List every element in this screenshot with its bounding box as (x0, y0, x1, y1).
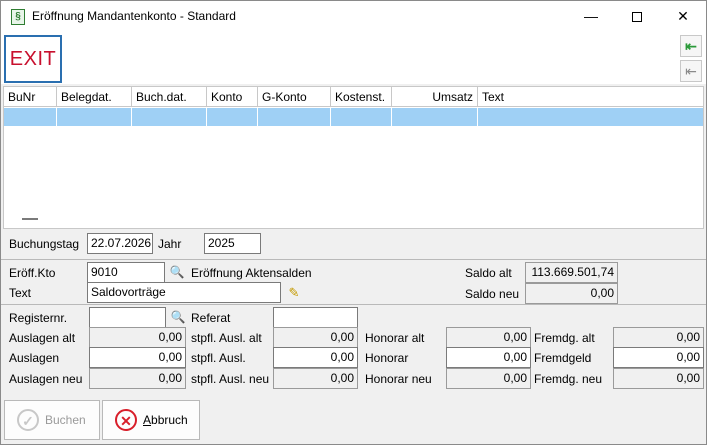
table-cell (57, 108, 132, 126)
fremdg-alt-value: 0,00 (613, 327, 704, 348)
dialog-window: § Eröffnung Mandantenkonto - Standard — … (0, 0, 707, 445)
col-header-text[interactable]: Text (478, 87, 703, 107)
jahr-field[interactable]: 2025 (204, 233, 261, 254)
close-button[interactable]: ✕ (660, 1, 706, 32)
honorar-alt-label: Honorar alt (365, 331, 425, 345)
col-header-kostenst[interactable]: Kostenst. (331, 87, 392, 107)
window-title: Eröffnung Mandantenkonto - Standard (32, 9, 236, 23)
auslagen-field[interactable]: 0,00 (89, 347, 186, 368)
honorar-field[interactable]: 0,00 (446, 347, 531, 368)
maximize-icon (632, 12, 642, 23)
arrow-left-bar-icon: ⇤ (685, 63, 697, 79)
table-cell (331, 108, 392, 126)
table-cell (392, 108, 478, 126)
col-header-buchdat[interactable]: Buch.dat. (132, 87, 207, 107)
fremdgeld-label: Fremdgeld (534, 351, 592, 365)
eroeff-kto-label: Eröff.Kto (9, 266, 56, 280)
stpfl-ausl-neu-value: 0,00 (273, 368, 358, 389)
search-icon: 🔍 (170, 310, 186, 324)
honorar-neu-label: Honorar neu (365, 372, 432, 386)
buchen-label: Buchen (45, 413, 86, 427)
splitter-grip[interactable] (22, 218, 38, 220)
divider (1, 304, 706, 305)
search-icon: 🔍 (169, 265, 185, 279)
referat-field[interactable] (273, 307, 358, 328)
saldo-alt-value: 113.669.501,74 (525, 262, 618, 283)
text-label: Text (9, 286, 32, 300)
app-icon: § (11, 9, 25, 25)
table-cell (132, 108, 207, 126)
text-field[interactable]: Saldovorträge (87, 282, 281, 303)
col-header-umsatz[interactable]: Umsatz (392, 87, 478, 107)
text-lookup-icon: ✎ (288, 285, 300, 300)
eroeff-kto-description: Eröffnung Aktensalden (191, 266, 312, 280)
honorar-alt-value: 0,00 (446, 327, 531, 348)
registernr-label: Registernr. (9, 311, 68, 325)
honorar-label: Honorar (365, 351, 409, 365)
col-header-konto[interactable]: Konto (207, 87, 258, 107)
table-cell (4, 108, 57, 126)
fremdg-neu-label: Fremdg. neu (534, 372, 603, 386)
jahr-label: Jahr (158, 237, 182, 251)
grid-header: BuNr Belegdat. Buch.dat. Konto G-Konto K… (4, 87, 703, 107)
abbruch-button[interactable]: ✕ Abbruch (102, 400, 200, 440)
auslagen-label: Auslagen (9, 351, 60, 365)
auslagen-alt-label: Auslagen alt (9, 331, 76, 345)
title-bar: § Eröffnung Mandantenkonto - Standard — … (1, 1, 706, 32)
col-header-gkonto[interactable]: G-Konto (258, 87, 331, 107)
arrow-left-to-bar-icon: ⇤ (685, 38, 697, 54)
kto-search-button[interactable]: 🔍 (168, 263, 186, 281)
col-header-belegdat[interactable]: Belegdat. (57, 87, 132, 107)
stpfl-ausl-field[interactable]: 0,00 (273, 347, 358, 368)
fremdgeld-field[interactable]: 0,00 (613, 347, 704, 368)
col-header-bunr[interactable]: BuNr (4, 87, 57, 107)
auslagen-neu-value: 0,00 (89, 368, 186, 389)
abbruch-label: bbruch (151, 413, 188, 427)
checkmark-icon: ✓ (17, 409, 39, 431)
buchungstag-field[interactable]: 22.07.2026 (87, 233, 153, 254)
stpfl-ausl-label: stpfl. Ausl. (191, 351, 246, 365)
nav-prev-button[interactable]: ⇤ (680, 60, 702, 82)
registernr-field[interactable] (89, 307, 166, 328)
stpfl-ausl-neu-label: stpfl. Ausl. neu (191, 372, 270, 386)
cancel-icon: ✕ (115, 409, 137, 431)
stpfl-ausl-alt-value: 0,00 (273, 327, 358, 348)
registernr-search-button[interactable]: 🔍 (169, 308, 187, 326)
saldo-neu-value: 0,00 (525, 283, 618, 304)
booking-grid[interactable]: BuNr Belegdat. Buch.dat. Konto G-Konto K… (3, 86, 704, 229)
table-cell (258, 108, 331, 126)
eroeff-kto-field[interactable]: 9010 (87, 262, 165, 283)
minimize-button[interactable]: — (568, 1, 614, 32)
auslagen-neu-label: Auslagen neu (9, 372, 83, 386)
table-row[interactable] (4, 108, 703, 126)
divider (1, 259, 706, 260)
saldo-alt-label: Saldo alt (465, 266, 512, 280)
table-cell (207, 108, 258, 126)
auslagen-alt-value: 0,00 (89, 327, 186, 348)
text-lookup-button[interactable]: ✎ (284, 283, 304, 303)
buchungstag-label: Buchungstag (9, 237, 80, 251)
maximize-button[interactable] (614, 1, 660, 32)
referat-label: Referat (191, 311, 231, 325)
honorar-neu-value: 0,00 (446, 368, 531, 389)
toolbar: EXIT ⇤ ⇤ (1, 32, 706, 84)
nav-first-button[interactable]: ⇤ (680, 35, 702, 57)
stpfl-ausl-alt-label: stpfl. Ausl. alt (191, 331, 262, 345)
abbruch-mnemonic: A (143, 413, 152, 427)
saldo-neu-label: Saldo neu (465, 287, 520, 301)
buchen-button[interactable]: ✓ Buchen (4, 400, 100, 440)
exit-button[interactable]: EXIT (4, 35, 62, 83)
fremdg-neu-value: 0,00 (613, 368, 704, 389)
fremdg-alt-label: Fremdg. alt (534, 331, 595, 345)
